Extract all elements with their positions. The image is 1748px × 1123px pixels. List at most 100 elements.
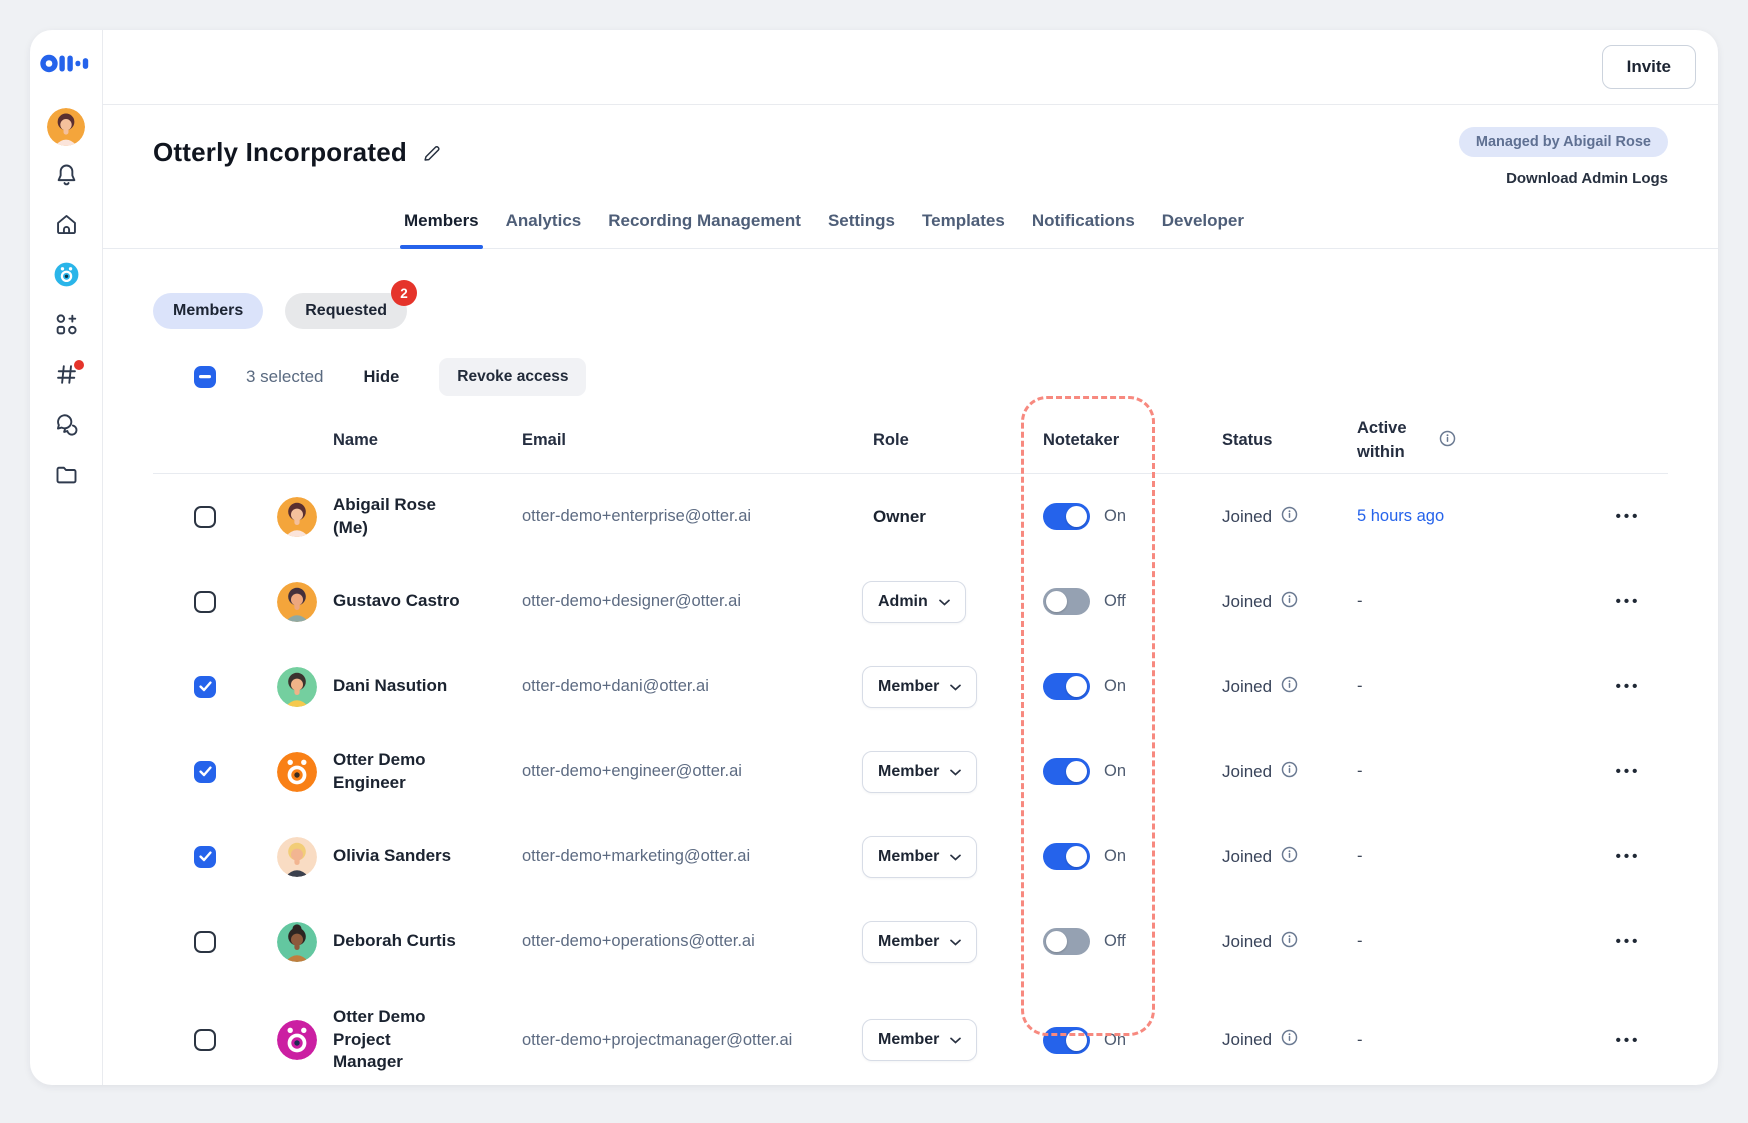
active-within-value[interactable]: 5 hours ago: [1357, 507, 1444, 525]
role-value: Member: [878, 848, 939, 866]
column-header-email: Email: [493, 431, 833, 450]
select-all-checkbox[interactable]: [194, 366, 216, 388]
otter-app-icon: [53, 261, 80, 293]
row-checkbox[interactable]: [194, 591, 216, 613]
role-cell: Admin: [833, 581, 1033, 623]
tab-members[interactable]: Members: [403, 205, 480, 248]
row-menu-button[interactable]: •••: [1614, 844, 1643, 869]
bell-icon: [53, 161, 80, 193]
member-row: Abigail Rose (Me) otter-demo+enterprise@…: [153, 474, 1668, 559]
row-checkbox[interactable]: [194, 846, 216, 868]
download-admin-logs-link[interactable]: Download Admin Logs: [1506, 170, 1668, 187]
sidebar-item-notifications[interactable]: [43, 152, 89, 202]
notetaker-toggle[interactable]: [1043, 673, 1090, 700]
member-row: Otter Demo Engineer otter-demo+engineer@…: [153, 729, 1668, 814]
tab-recording-management[interactable]: Recording Management: [607, 205, 802, 248]
role-value: Member: [878, 678, 939, 696]
role-value: Member: [878, 933, 939, 951]
tab-analytics[interactable]: Analytics: [505, 205, 583, 248]
sidebar-item-channels[interactable]: [43, 352, 89, 402]
table-header: Name Email Role Notetaker Status Active …: [153, 408, 1668, 474]
active-within-value: -: [1357, 847, 1363, 865]
hide-button[interactable]: Hide: [364, 368, 400, 387]
row-menu-button[interactable]: •••: [1614, 504, 1643, 529]
row-checkbox[interactable]: [194, 1029, 216, 1051]
status-info-icon[interactable]: [1281, 591, 1298, 613]
member-name: Abigail Rose (Me): [333, 494, 461, 540]
sidebar-item-home[interactable]: [43, 202, 89, 252]
edit-title-pencil-icon[interactable]: [421, 142, 443, 164]
column-header-role: Role: [833, 431, 1033, 450]
role-value: Admin: [878, 593, 928, 611]
status-info-icon[interactable]: [1281, 1029, 1298, 1051]
row-menu-button[interactable]: •••: [1614, 929, 1643, 954]
member-email: otter-demo+dani@otter.ai: [522, 674, 810, 699]
notetaker-toggle[interactable]: [1043, 588, 1090, 615]
tab-notifications[interactable]: Notifications: [1031, 205, 1136, 248]
app-window: Invite Otterly Incorporated Managed by A…: [30, 30, 1718, 1085]
sidebar-item-folders[interactable]: [43, 452, 89, 502]
column-header-name: Name: [248, 431, 493, 450]
row-menu-button[interactable]: •••: [1614, 759, 1643, 784]
status-label: Joined: [1222, 507, 1272, 527]
notetaker-toggle[interactable]: [1043, 843, 1090, 870]
apps-plus-icon: [53, 311, 80, 343]
sidebar-item-otter-assistant[interactable]: [43, 252, 89, 302]
role-dropdown[interactable]: Admin: [862, 581, 966, 623]
status-info-icon[interactable]: [1281, 931, 1298, 953]
role-dropdown[interactable]: Member: [862, 836, 977, 878]
content: Otterly Incorporated Managed by Abigail …: [103, 105, 1718, 1085]
status-info-icon[interactable]: [1281, 846, 1298, 868]
notetaker-toggle[interactable]: [1043, 758, 1090, 785]
role-dropdown[interactable]: Member: [862, 1019, 977, 1061]
member-name: Gustavo Castro: [333, 590, 460, 613]
status-label: Joined: [1222, 847, 1272, 867]
status-info-icon[interactable]: [1281, 761, 1298, 783]
notetaker-state-label: Off: [1104, 592, 1126, 611]
sidebar-item-messages[interactable]: [43, 402, 89, 452]
role-dropdown[interactable]: Member: [862, 921, 977, 963]
invite-button[interactable]: Invite: [1602, 45, 1696, 89]
status-label: Joined: [1222, 592, 1272, 612]
member-email: otter-demo+projectmanager@otter.ai: [522, 1028, 810, 1053]
chevron-down-icon: [939, 593, 950, 611]
active-within-value: -: [1357, 932, 1363, 950]
role-cell: Owner: [833, 507, 1033, 527]
row-menu-button[interactable]: •••: [1614, 674, 1643, 699]
status-info-icon[interactable]: [1281, 506, 1298, 528]
column-header-status: Status: [1193, 431, 1333, 450]
notetaker-toggle[interactable]: [1043, 503, 1090, 530]
row-checkbox[interactable]: [194, 761, 216, 783]
member-avatar: [277, 1020, 317, 1060]
notetaker-toggle[interactable]: [1043, 1027, 1090, 1054]
member-avatar: [277, 837, 317, 877]
tab-developer[interactable]: Developer: [1161, 205, 1245, 248]
tab-settings[interactable]: Settings: [827, 205, 896, 248]
revoke-access-button[interactable]: Revoke access: [439, 358, 586, 396]
row-checkbox[interactable]: [194, 506, 216, 528]
row-checkbox[interactable]: [194, 931, 216, 953]
sidebar-item-apps[interactable]: [43, 302, 89, 352]
status-info-icon[interactable]: [1281, 676, 1298, 698]
member-avatar: [277, 667, 317, 707]
page-title: Otterly Incorporated: [153, 137, 407, 168]
sidebar-profile-avatar[interactable]: [47, 108, 85, 146]
members-pill[interactable]: Members: [153, 293, 263, 329]
row-checkbox[interactable]: [194, 676, 216, 698]
active-within-info-icon[interactable]: [1439, 430, 1456, 452]
active-within-value: -: [1357, 677, 1363, 695]
notetaker-toggle[interactable]: [1043, 928, 1090, 955]
member-row: Dani Nasution otter-demo+dani@otter.ai M…: [153, 644, 1668, 729]
sidebar: [30, 30, 103, 1085]
notetaker-state-label: On: [1104, 847, 1126, 866]
member-row: Olivia Sanders otter-demo+marketing@otte…: [153, 814, 1668, 899]
row-menu-button[interactable]: •••: [1614, 589, 1643, 614]
tab-templates[interactable]: Templates: [921, 205, 1006, 248]
otter-logo-icon[interactable]: [40, 46, 92, 80]
requested-pill[interactable]: Requested 2: [285, 293, 407, 329]
main-area: Invite Otterly Incorporated Managed by A…: [103, 30, 1718, 1085]
role-dropdown[interactable]: Member: [862, 666, 977, 708]
members-table: Name Email Role Notetaker Status Active …: [153, 408, 1668, 1085]
role-dropdown[interactable]: Member: [862, 751, 977, 793]
row-menu-button[interactable]: •••: [1614, 1028, 1643, 1053]
